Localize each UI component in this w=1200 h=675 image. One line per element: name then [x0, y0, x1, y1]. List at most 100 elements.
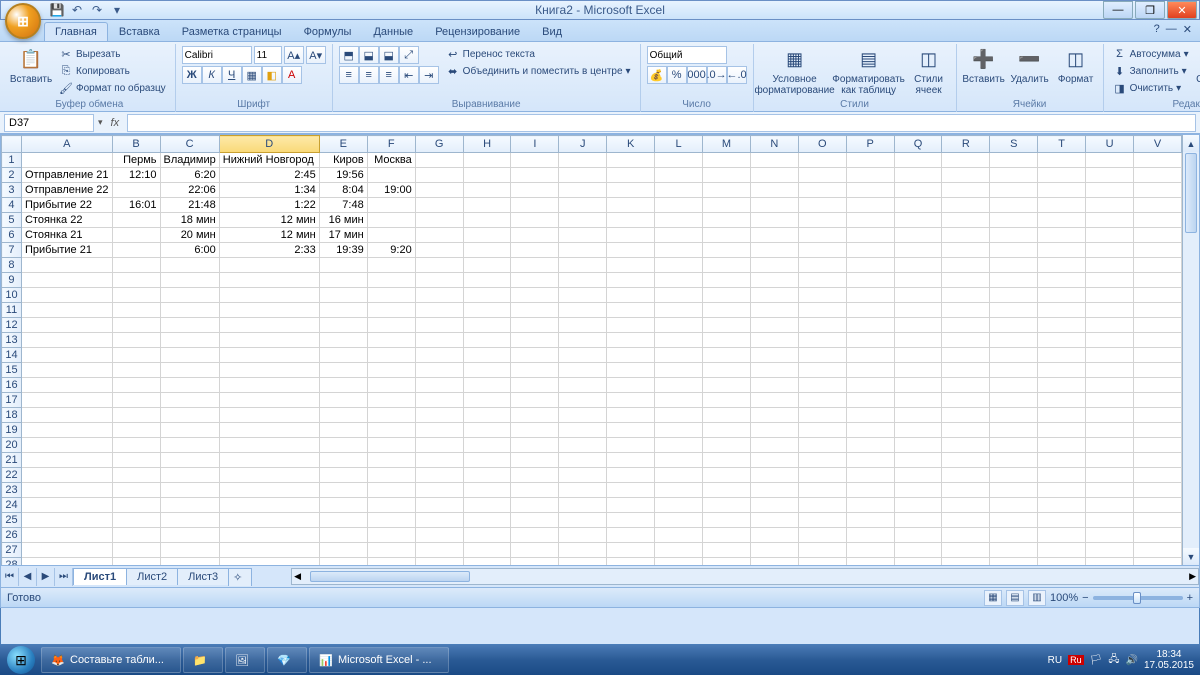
- cell-M5[interactable]: [703, 213, 751, 228]
- cell-P12[interactable]: [846, 318, 894, 333]
- cell-V2[interactable]: [1134, 168, 1182, 183]
- cell-H17[interactable]: [463, 393, 511, 408]
- cell-H26[interactable]: [463, 528, 511, 543]
- cell-C26[interactable]: [160, 528, 219, 543]
- cell-S18[interactable]: [990, 408, 1038, 423]
- cell-I9[interactable]: [511, 273, 559, 288]
- cell-V26[interactable]: [1134, 528, 1182, 543]
- cell-J5[interactable]: [559, 213, 607, 228]
- cell-P23[interactable]: [846, 483, 894, 498]
- cell-L16[interactable]: [655, 378, 703, 393]
- cell-B12[interactable]: [112, 318, 160, 333]
- row-header-12[interactable]: 12: [2, 318, 22, 333]
- column-header-U[interactable]: U: [1086, 136, 1134, 153]
- cell-L21[interactable]: [655, 453, 703, 468]
- cell-K15[interactable]: [607, 363, 655, 378]
- cell-D9[interactable]: [219, 273, 319, 288]
- cell-A14[interactable]: [21, 348, 112, 363]
- cell-G25[interactable]: [415, 513, 463, 528]
- cell-J13[interactable]: [559, 333, 607, 348]
- cell-F3[interactable]: 19:00: [367, 183, 415, 198]
- cell-O17[interactable]: [798, 393, 846, 408]
- cell-K24[interactable]: [607, 498, 655, 513]
- cell-F24[interactable]: [367, 498, 415, 513]
- cell-L13[interactable]: [655, 333, 703, 348]
- tab-home[interactable]: Главная: [44, 22, 108, 41]
- cell-V20[interactable]: [1134, 438, 1182, 453]
- cell-T5[interactable]: [1038, 213, 1086, 228]
- cell-B5[interactable]: [112, 213, 160, 228]
- cell-F17[interactable]: [367, 393, 415, 408]
- cell-I28[interactable]: [511, 558, 559, 566]
- tab-formulas[interactable]: Формулы: [293, 22, 363, 41]
- scrollbar-thumb[interactable]: [1185, 153, 1197, 233]
- cell-H2[interactable]: [463, 168, 511, 183]
- row-header-3[interactable]: 3: [2, 183, 22, 198]
- maximize-button[interactable]: ❐: [1135, 1, 1165, 19]
- cell-B7[interactable]: [112, 243, 160, 258]
- percent-icon[interactable]: %: [667, 66, 687, 84]
- cell-E22[interactable]: [319, 468, 367, 483]
- cell-C28[interactable]: [160, 558, 219, 566]
- cell-D24[interactable]: [219, 498, 319, 513]
- cell-O27[interactable]: [798, 543, 846, 558]
- cell-S26[interactable]: [990, 528, 1038, 543]
- cell-A28[interactable]: [21, 558, 112, 566]
- cell-D12[interactable]: [219, 318, 319, 333]
- cell-R22[interactable]: [942, 468, 990, 483]
- cell-G26[interactable]: [415, 528, 463, 543]
- cell-J4[interactable]: [559, 198, 607, 213]
- taskbar-item-4[interactable]: 📊Microsoft Excel - ...: [309, 647, 449, 673]
- row-header-17[interactable]: 17: [2, 393, 22, 408]
- cell-K22[interactable]: [607, 468, 655, 483]
- cell-D7[interactable]: 2:33: [219, 243, 319, 258]
- cell-I26[interactable]: [511, 528, 559, 543]
- cell-C22[interactable]: [160, 468, 219, 483]
- cell-K18[interactable]: [607, 408, 655, 423]
- row-header-18[interactable]: 18: [2, 408, 22, 423]
- cell-A7[interactable]: Прибытие 21: [21, 243, 112, 258]
- cell-Q21[interactable]: [894, 453, 942, 468]
- cell-R12[interactable]: [942, 318, 990, 333]
- cell-I21[interactable]: [511, 453, 559, 468]
- cell-G18[interactable]: [415, 408, 463, 423]
- cell-J20[interactable]: [559, 438, 607, 453]
- cell-E8[interactable]: [319, 258, 367, 273]
- column-header-F[interactable]: F: [367, 136, 415, 153]
- row-header-6[interactable]: 6: [2, 228, 22, 243]
- cell-B3[interactable]: [112, 183, 160, 198]
- cell-A11[interactable]: [21, 303, 112, 318]
- cell-E6[interactable]: 17 мин: [319, 228, 367, 243]
- cell-F22[interactable]: [367, 468, 415, 483]
- cell-A15[interactable]: [21, 363, 112, 378]
- cell-H5[interactable]: [463, 213, 511, 228]
- cell-P18[interactable]: [846, 408, 894, 423]
- cell-G1[interactable]: [415, 153, 463, 168]
- cell-K3[interactable]: [607, 183, 655, 198]
- paste-button[interactable]: 📋 Вставить: [10, 46, 52, 87]
- cell-B2[interactable]: 12:10: [112, 168, 160, 183]
- cell-H15[interactable]: [463, 363, 511, 378]
- cell-P24[interactable]: [846, 498, 894, 513]
- cell-M22[interactable]: [703, 468, 751, 483]
- cell-F2[interactable]: [367, 168, 415, 183]
- cell-M26[interactable]: [703, 528, 751, 543]
- cell-D10[interactable]: [219, 288, 319, 303]
- cell-G16[interactable]: [415, 378, 463, 393]
- cell-E15[interactable]: [319, 363, 367, 378]
- cell-M23[interactable]: [703, 483, 751, 498]
- cell-C18[interactable]: [160, 408, 219, 423]
- align-left-icon[interactable]: ≡: [339, 66, 359, 84]
- cell-R17[interactable]: [942, 393, 990, 408]
- cell-R23[interactable]: [942, 483, 990, 498]
- cell-N14[interactable]: [750, 348, 798, 363]
- cell-A25[interactable]: [21, 513, 112, 528]
- zoom-out-icon[interactable]: −: [1082, 592, 1088, 604]
- tray-flag-icon[interactable]: Ru: [1068, 655, 1084, 665]
- cell-A1[interactable]: [21, 153, 112, 168]
- cell-J1[interactable]: [559, 153, 607, 168]
- cell-U2[interactable]: [1086, 168, 1134, 183]
- cell-R2[interactable]: [942, 168, 990, 183]
- align-right-icon[interactable]: ≡: [379, 66, 399, 84]
- cell-P10[interactable]: [846, 288, 894, 303]
